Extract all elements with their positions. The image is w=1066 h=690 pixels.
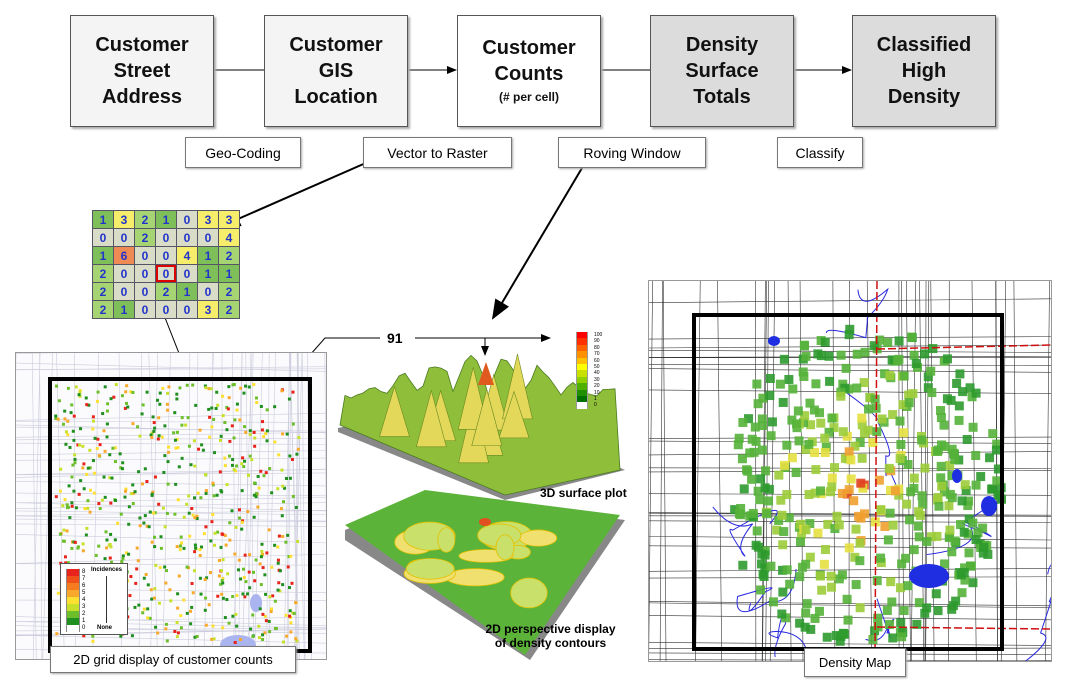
- density-legend: 100 90 80 70 60 50 40 30 20 10 1 0: [576, 332, 616, 412]
- legend-value: 0: [594, 402, 597, 409]
- legend-value: 10: [594, 389, 600, 396]
- legend-swatch: [576, 402, 588, 409]
- caption-line: of density contours: [494, 636, 607, 650]
- density-peak-contour: [479, 518, 491, 526]
- density-contour: [519, 529, 558, 547]
- legend-value: 70: [594, 351, 600, 358]
- street: [659, 281, 663, 661]
- surface-3d-caption: 3D surface plot: [540, 486, 627, 500]
- density-contour: [495, 534, 515, 561]
- legend-value: 40: [594, 370, 600, 377]
- caption-line: 2D perspective display: [485, 622, 616, 636]
- right-map-caption: Density Map: [804, 648, 906, 677]
- street: [1045, 281, 1050, 661]
- density-contour: [437, 527, 456, 553]
- street: [649, 298, 1051, 303]
- legend-value: 1: [594, 396, 597, 402]
- density-analysis-diagram: Customer Street Address Customer GIS Locatio…: [0, 0, 1066, 690]
- surface-2d-caption: 2D perspective display of density contour…: [468, 622, 633, 650]
- legend-value: 50: [594, 364, 600, 370]
- legend-value: 80: [594, 344, 600, 351]
- legend-value: 20: [594, 383, 600, 390]
- density-contour: [405, 558, 455, 580]
- density-contour: [510, 577, 548, 609]
- street: [1013, 281, 1018, 661]
- street: [649, 281, 653, 657]
- legend-value: 100: [594, 332, 603, 338]
- legend-value: 90: [594, 338, 600, 345]
- legend-value: 30: [594, 376, 600, 383]
- legend-value: 60: [594, 357, 600, 364]
- street: [662, 281, 667, 661]
- study-area-frame: [692, 313, 1004, 651]
- right-map-panel: [648, 280, 1052, 662]
